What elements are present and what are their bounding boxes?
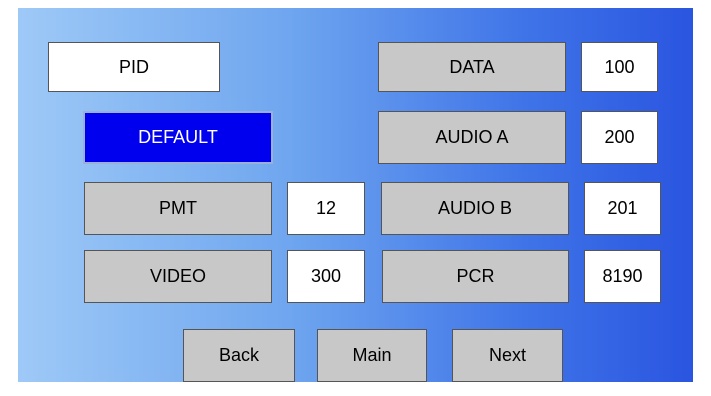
main-button[interactable]: Main — [317, 329, 427, 382]
page-title: PID — [48, 42, 220, 92]
pcr-button[interactable]: PCR — [382, 250, 569, 303]
audio-a-button[interactable]: AUDIO A — [378, 111, 566, 164]
pcr-value[interactable]: 8190 — [584, 250, 661, 303]
audio-a-value[interactable]: 200 — [581, 111, 658, 164]
pmt-button[interactable]: PMT — [84, 182, 272, 235]
audio-b-button[interactable]: AUDIO B — [381, 182, 569, 235]
audio-b-value[interactable]: 201 — [584, 182, 661, 235]
back-button[interactable]: Back — [183, 329, 295, 382]
data-value[interactable]: 100 — [581, 42, 658, 92]
video-value[interactable]: 300 — [287, 250, 365, 303]
default-button[interactable]: DEFAULT — [83, 111, 273, 164]
video-button[interactable]: VIDEO — [84, 250, 272, 303]
next-button[interactable]: Next — [452, 329, 563, 382]
pmt-value[interactable]: 12 — [287, 182, 365, 235]
data-button[interactable]: DATA — [378, 42, 566, 92]
